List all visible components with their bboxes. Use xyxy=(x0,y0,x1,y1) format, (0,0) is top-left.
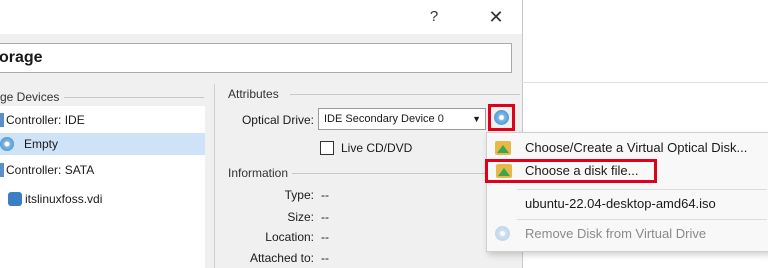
tree-item-vdi-disk[interactable]: itslinuxfoss.vdi xyxy=(0,188,205,210)
optical-disc-icon xyxy=(0,137,14,151)
menu-separator xyxy=(517,219,767,220)
attached-to-label: Attached to: xyxy=(249,251,314,265)
attributes-rule xyxy=(290,94,520,95)
optical-disk-menu: Choose/Create a Virtual Optical Disk... … xyxy=(485,132,768,252)
tree-item-label: Empty xyxy=(24,137,59,151)
optical-disc-icon xyxy=(494,110,509,125)
chevron-down-icon: ▼ xyxy=(472,114,481,124)
background-divider xyxy=(522,82,768,83)
tree-item-label: Controller: IDE xyxy=(6,113,85,127)
storage-devices-rule xyxy=(64,97,204,98)
menu-item-remove-disk: Remove Disk from Virtual Drive xyxy=(487,221,768,247)
live-cd-label: Live CD/DVD xyxy=(341,141,413,155)
tree-item-label: itslinuxfoss.vdi xyxy=(25,192,103,206)
storage-settings-dialog: ? ✕ orage ge Devices Controller: IDE Emp… xyxy=(0,0,523,268)
tree-item-controller-ide[interactable]: Controller: IDE xyxy=(0,109,205,131)
disc-icon xyxy=(495,226,510,241)
controller-icon xyxy=(0,163,4,177)
location-label: Location: xyxy=(265,230,314,244)
optical-drive-label: Optical Drive: xyxy=(241,113,314,127)
optical-drive-value: IDE Secondary Device 0 xyxy=(324,113,444,125)
close-button[interactable]: ✕ xyxy=(478,0,514,34)
menu-item-choose-create[interactable]: Choose/Create a Virtual Optical Disk... xyxy=(487,135,768,161)
size-value: -- xyxy=(321,210,329,224)
type-value: -- xyxy=(321,188,329,202)
storage-devices-label: ge Devices xyxy=(0,90,60,104)
menu-item-ubuntu-iso[interactable]: ubuntu-22.04-desktop-amd64.iso xyxy=(487,191,768,217)
tree-item-controller-sata[interactable]: Controller: SATA xyxy=(0,159,205,181)
optical-drive-select[interactable]: IDE Secondary Device 0 ▼ xyxy=(318,108,486,130)
location-value: -- xyxy=(321,230,329,244)
size-label: Size: xyxy=(287,210,314,224)
hard-disk-icon xyxy=(8,192,22,206)
page-title: orage xyxy=(0,43,512,73)
controller-icon xyxy=(0,113,4,127)
choose-disk-button[interactable] xyxy=(488,104,515,131)
folder-icon xyxy=(495,141,511,155)
menu-separator xyxy=(517,189,767,190)
menu-item-choose-disk-file[interactable]: Choose a disk file... xyxy=(485,159,657,183)
attributes-label: Attributes xyxy=(228,87,279,101)
tree-item-label: Controller: SATA xyxy=(6,163,95,177)
folder-icon xyxy=(496,164,512,178)
title-bar: ? ✕ xyxy=(0,0,522,34)
tree-item-empty-optical[interactable]: Empty xyxy=(0,133,205,155)
storage-tree[interactable]: Controller: IDE Empty Controller: SATA i… xyxy=(0,106,205,268)
attached-to-value: -- xyxy=(321,251,329,265)
help-button[interactable]: ? xyxy=(420,0,448,34)
live-cd-checkbox[interactable] xyxy=(320,141,334,155)
type-label: Type: xyxy=(284,188,314,202)
information-label: Information xyxy=(228,166,289,180)
information-rule xyxy=(292,173,488,174)
panel-splitter[interactable] xyxy=(214,84,215,268)
